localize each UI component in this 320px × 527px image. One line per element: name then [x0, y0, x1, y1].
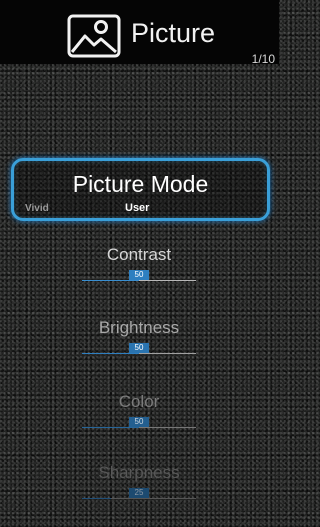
brightness-slider-fill: [82, 353, 139, 354]
contrast-slider-fill: [82, 280, 139, 281]
contrast-label: Contrast: [106, 245, 172, 264]
sharpness-slider-fill: [82, 498, 111, 499]
sharpness-value: 25: [129, 488, 149, 498]
picture-mode-previous-option[interactable]: Vivid: [25, 203, 49, 214]
color-value: 50: [129, 417, 149, 427]
picture-mode-value: User: [125, 202, 150, 214]
brightness-value: 50: [129, 343, 149, 353]
sharpness-label: Sharpness: [98, 463, 180, 482]
header-bar: Picture 1/10: [0, 0, 279, 66]
page-title: Picture: [131, 18, 216, 48]
color-label: Color: [118, 392, 160, 411]
color-slider-fill: [82, 427, 139, 428]
picture-icon: [67, 14, 121, 58]
picture-mode-selector[interactable]: Picture Mode Vivid User: [11, 158, 270, 221]
picture-mode-title: Picture Mode: [72, 171, 209, 197]
brightness-label: Brightness: [98, 318, 180, 337]
contrast-value: 50: [129, 270, 149, 280]
page-indicator: 1/10: [251, 52, 275, 66]
